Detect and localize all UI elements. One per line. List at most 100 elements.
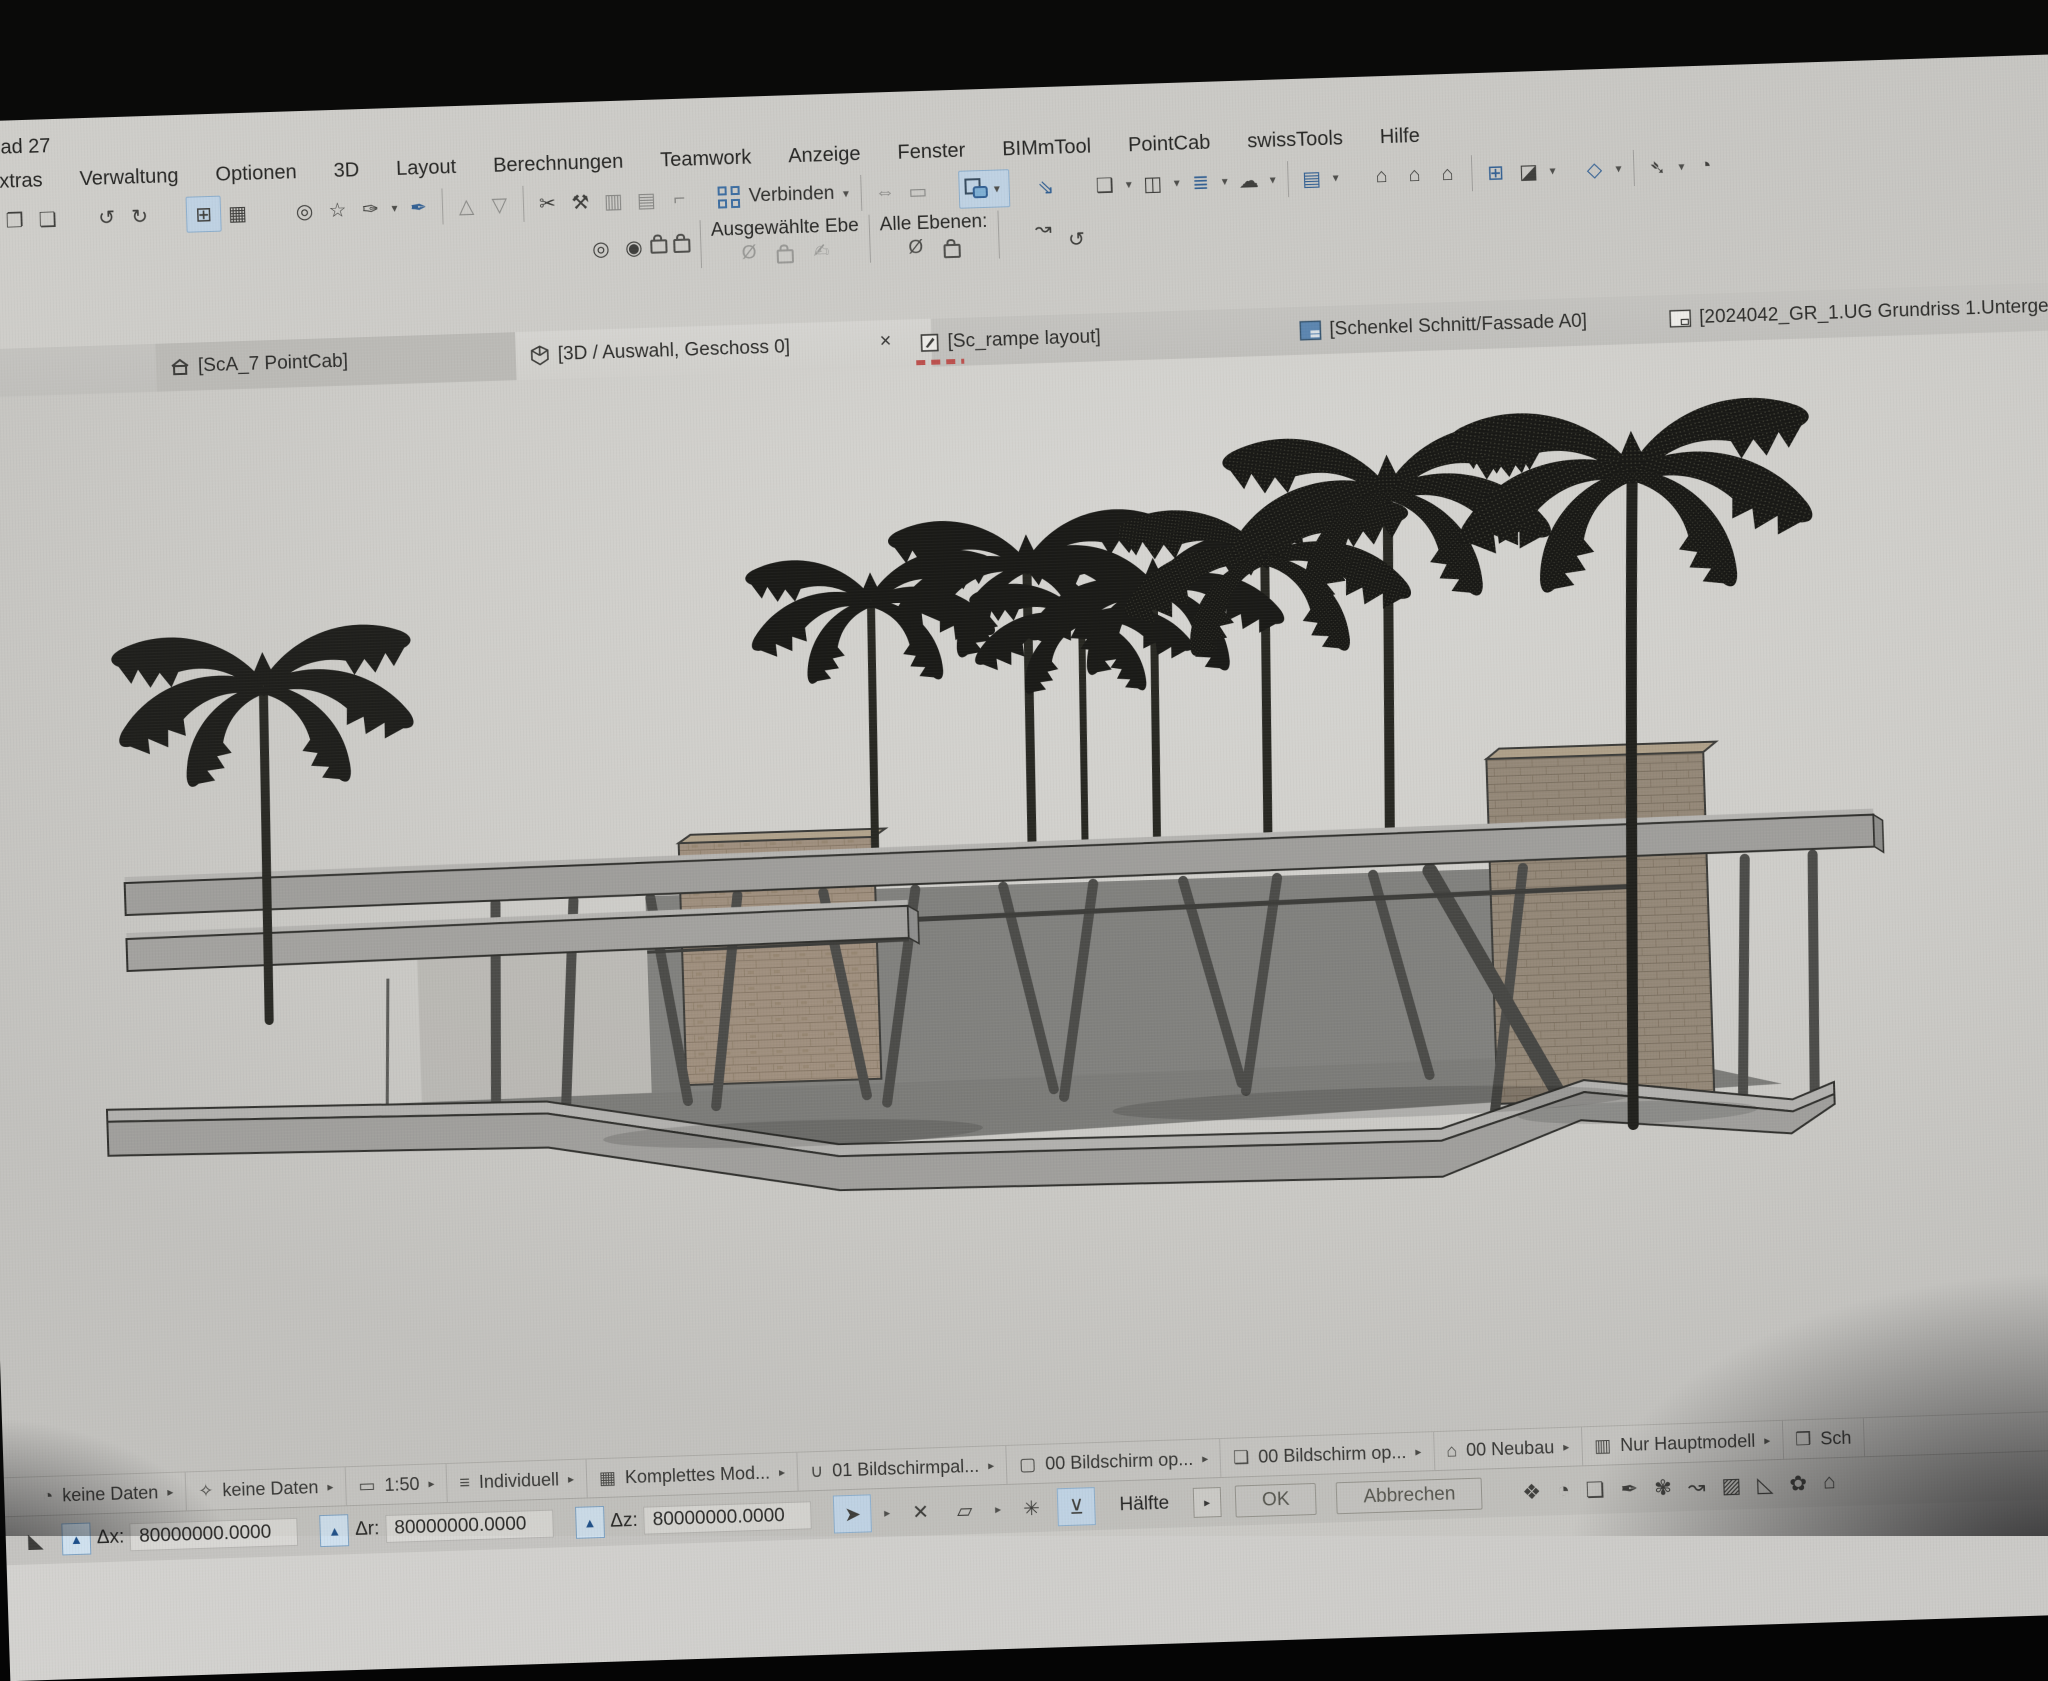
marquee-mode-button[interactable]: ▾ [958,169,1010,209]
marquee-caret-icon[interactable]: ▾ [989,181,1004,195]
grid-icon[interactable]: ▦ [221,196,255,231]
lock-icon[interactable] [673,238,690,253]
cursor-tool-caret-icon[interactable]: ▸ [879,1506,894,1520]
branch-tool-button[interactable]: ⊻ [1057,1487,1096,1526]
compass-tool-icon[interactable]: ◔ [1557,1478,1570,1503]
corner-icon[interactable]: ⌐ [662,181,696,216]
viewport-3d[interactable] [0,325,2048,1477]
unlock-icon[interactable] [650,239,667,254]
status-segment-scale[interactable]: ▭ 1:50 ▸ [346,1464,448,1505]
snap-grid-icon[interactable]: ⊞ [186,196,222,233]
inject-parameters-icon[interactable]: ✒ [401,190,435,225]
coord-dr[interactable]: ▲ Δr: 80000000.0000 [320,1508,554,1548]
list-caret-icon[interactable]: ▾ [1217,174,1232,188]
undo-icon[interactable]: ↺ [90,200,124,235]
selected-lock-icon[interactable] [776,249,793,264]
status-segment-structure[interactable]: ▥ Nur Hauptmodell ▸ [1582,1421,1784,1465]
level-down-icon[interactable]: ▽ [482,187,516,222]
marquee-tool-button[interactable]: ▱ [946,1492,983,1529]
walkthrough-icon[interactable]: ➴ [1640,150,1674,185]
clipboard-tool-icon[interactable]: ❏ [1585,1477,1605,1503]
dimension-box-icon[interactable]: ▭ [901,174,935,209]
render-icon[interactable]: ❑ [1088,168,1122,203]
status-segment-renovation[interactable]: ⌂ 00 Neubau ▸ [1434,1427,1583,1470]
menu-verwaltung[interactable]: Verwaltung [79,164,179,190]
home-tool-icon[interactable]: ⌂ [1823,1470,1836,1495]
axonometry-icon[interactable]: ◇ [1577,152,1611,187]
redo-icon[interactable]: ↻ [123,199,157,234]
pickup-parameters-icon[interactable]: ✑ [353,191,387,226]
hatch-tool-icon[interactable]: ▨ [1721,1473,1742,1499]
spiral-undo-icon[interactable]: ↺ [1059,221,1093,256]
menu-layout[interactable]: Layout [396,156,457,181]
cancel-button[interactable]: Abbrechen [1336,1478,1483,1515]
menu-extras[interactable]: Extras [0,169,43,194]
status-segment-pen[interactable]: ✧ keine Daten ▸ [186,1467,347,1510]
dz-value[interactable]: 80000000.0000 [643,1501,812,1534]
eye-on-icon[interactable]: ◉ [617,230,651,265]
coord-dz[interactable]: ▲ Δz: 80000000.0000 [575,1499,812,1539]
ok-button[interactable]: OK [1235,1483,1317,1518]
stairs-icon[interactable]: ▤ [629,182,663,217]
cloud-icon[interactable]: ☁ [1232,163,1266,198]
flower-tool-icon[interactable]: ✿ [1789,1471,1807,1497]
copy-icon[interactable]: ❐ [0,203,32,238]
level-up-icon[interactable]: △ [449,188,483,223]
layers-caret-icon[interactable]: ▾ [1328,170,1343,184]
curve-tool-icon[interactable]: ↝ [1687,1474,1705,1500]
verbinden-label[interactable]: Verbinden [748,183,834,208]
eye-cycle-icon[interactable]: ◎ [584,231,618,266]
tree-tool-icon[interactable]: ✾ [1654,1475,1672,1501]
menu-teamwork[interactable]: Teamwork [660,146,752,172]
list-view-icon[interactable]: ≣ [1184,164,1218,199]
nudge-icon[interactable]: ⇘ [1029,169,1063,204]
selected-hand-icon[interactable]: ✍ [813,240,830,264]
split-icon[interactable]: ✂ [530,186,564,221]
cursor-tool-button[interactable]: ➤ [833,1494,872,1533]
menu-bimmtool[interactable]: BIMmTool [1002,135,1092,161]
haelfte-caret-icon[interactable]: ▸ [1193,1487,1222,1518]
dimension-icon[interactable]: ⇔ [868,175,902,210]
wave-arrow-icon[interactable]: ↝ [1026,211,1060,246]
render-caret-icon[interactable]: ▾ [1121,177,1136,191]
marquee-tool-caret-icon[interactable]: ▸ [990,1502,1005,1516]
dx-value[interactable]: 80000000.0000 [130,1518,299,1551]
dr-value[interactable]: 80000000.0000 [385,1510,554,1543]
verbinden-icon[interactable] [711,180,745,215]
cursor-target-icon[interactable]: ◎ [288,193,322,228]
paste-icon[interactable]: ❏ [31,202,65,237]
menu-anzeige[interactable]: Anzeige [788,142,861,167]
tab-close-icon[interactable]: × [872,330,899,354]
axo-caret-icon[interactable]: ▾ [1611,161,1626,175]
layers-icon[interactable]: ▤ [1295,161,1329,196]
adjust-icon[interactable]: ⚒ [563,184,597,219]
section-view-icon[interactable]: ◫ [1136,166,1170,201]
house-down-icon[interactable]: ⌂ [1430,156,1464,191]
verbinden-caret-icon[interactable]: ▾ [838,186,853,200]
edge-cut-icon[interactable]: ◔ [1688,148,1722,183]
menu-fenster[interactable]: Fenster [897,139,966,164]
menu-berechnungen[interactable]: Berechnungen [493,150,624,177]
section-caret-icon[interactable]: ▾ [1169,176,1184,190]
all-lock-icon[interactable] [943,243,960,258]
cut-tool-button[interactable]: ✕ [902,1493,939,1530]
raise-icon[interactable]: ▥ [596,183,630,218]
walk-caret-icon[interactable]: ▾ [1674,159,1689,173]
panel-pen-caret-icon[interactable]: ▾ [1545,163,1560,177]
panel-pen-icon[interactable]: ◪ [1511,154,1545,189]
house-grid-icon[interactable]: ⌂ [1365,159,1399,194]
favorites-star-icon[interactable]: ☆ [320,192,354,227]
pen-tool-icon[interactable]: ✒ [1620,1476,1638,1502]
menu-3d[interactable]: 3D [333,159,359,183]
all-hide-icon[interactable]: Ø [908,237,923,259]
status-segment-layers[interactable]: ≡ Individuell ▸ [447,1459,588,1501]
menu-optionen[interactable]: Optionen [215,161,297,187]
spark-tool-button[interactable]: ✳ [1013,1490,1050,1527]
solar-panel-icon[interactable]: ⊞ [1478,155,1512,190]
status-segment-partial[interactable]: ❒ Sch [1783,1418,1865,1459]
selected-hide-icon[interactable]: Ø [741,242,756,264]
menu-hilfe[interactable]: Hilfe [1379,124,1420,148]
house-up-icon[interactable]: ⌂ [1398,158,1432,193]
pin-tool-icon[interactable]: ❖ [1522,1479,1542,1505]
triangle-tool-icon[interactable]: ◺ [1757,1472,1774,1498]
